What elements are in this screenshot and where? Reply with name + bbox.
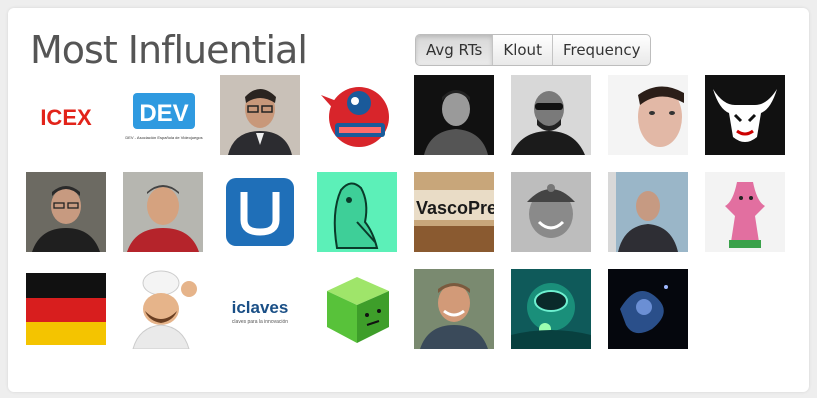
avatar-red-cartoon-badge[interactable] (317, 75, 397, 155)
avatar-vasco-wood-sign[interactable]: VascoPre (414, 172, 494, 252)
avatar-diver-underwater[interactable] (511, 269, 591, 349)
avatar-icex-logo[interactable]: ICEX (26, 75, 106, 155)
avatar-green-cube-character[interactable] (317, 269, 397, 349)
avatar-green-cartoon-figure[interactable] (317, 172, 397, 252)
dev-logo-subtext: DEV - Asociación Española de Videojuegos (125, 135, 202, 140)
avatar-man-glasses-portrait[interactable] (220, 75, 300, 155)
tab-avg-rts[interactable]: Avg RTs (416, 35, 494, 65)
avatar-man-glasses-smiling[interactable] (26, 172, 106, 252)
widget-title: Most Influential (30, 28, 308, 72)
tab-klout[interactable]: Klout (493, 35, 553, 65)
avatar-bull-logo[interactable] (705, 75, 785, 155)
avatar-man-sunglasses-portrait[interactable] (511, 75, 591, 155)
avatar-iclaves-logo[interactable]: iclaves claves para la innovación (220, 269, 300, 349)
avatar-man-cap-bw[interactable] (511, 172, 591, 252)
icex-logo-text: ICEX (40, 105, 92, 130)
vasco-sign-text: VascoPre (416, 198, 494, 218)
tab-frequency[interactable]: Frequency (553, 35, 650, 65)
avatar-man-closeup-portrait[interactable] (608, 75, 688, 155)
avatar-man-red-shirt[interactable] (123, 172, 203, 252)
avatar-man-smiling-outdoors[interactable] (414, 269, 494, 349)
iclaves-logo-subtext: claves para la innovación (232, 319, 288, 325)
dev-logo-text: DEV (139, 100, 188, 127)
avatar-man-outdoors-suit[interactable] (608, 172, 688, 252)
avatar-german-flag[interactable] (26, 269, 106, 349)
avatar-dev-logo[interactable]: DEV DEV - Asociación Española de Videoju… (123, 75, 203, 155)
avatar-pink-cactus-figure[interactable] (705, 172, 785, 252)
avatar-dark-blue-abstract[interactable] (608, 269, 688, 349)
avatar-blue-u-logo[interactable] (220, 172, 300, 252)
avatar-man-black-white-portrait[interactable] (414, 75, 494, 155)
iclaves-logo-text: iclaves (232, 298, 289, 317)
sort-tabs: Avg RTs Klout Frequency (415, 34, 652, 66)
avatar-swedish-chef-puppet[interactable] (123, 269, 203, 349)
